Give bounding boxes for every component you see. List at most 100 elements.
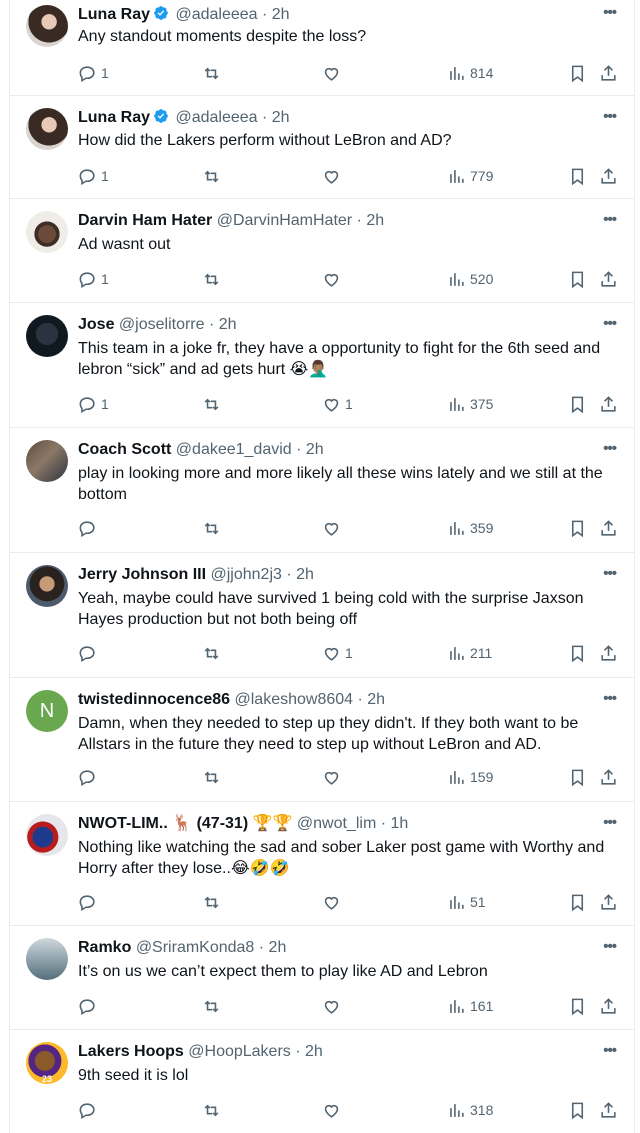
timestamp[interactable]: 1h xyxy=(390,815,408,832)
share-button[interactable] xyxy=(599,890,618,914)
more-icon[interactable]: ••• xyxy=(603,315,617,332)
handle[interactable]: @HoopLakers xyxy=(188,1043,291,1060)
avatar[interactable] xyxy=(26,938,68,980)
reply-button[interactable]: 1 xyxy=(78,392,109,416)
handle[interactable]: @SriramKonda8 xyxy=(136,939,255,956)
views-button[interactable]: 51 xyxy=(447,890,486,914)
handle[interactable]: @adaleeea xyxy=(175,109,257,126)
tweet[interactable]: Luna Ray @adaleeea · 2h ••• How did the … xyxy=(10,96,634,199)
tweet[interactable]: Luna Ray @adaleeea · 2h ••• Any standout… xyxy=(10,0,634,96)
display-name[interactable]: Luna Ray xyxy=(78,6,150,23)
avatar[interactable] xyxy=(26,315,68,357)
bookmark-button[interactable] xyxy=(568,1098,587,1122)
views-button[interactable]: 318 xyxy=(447,1098,493,1122)
share-button[interactable] xyxy=(599,267,618,291)
handle[interactable]: @DarvinHamHater xyxy=(217,212,352,229)
like-button[interactable] xyxy=(322,164,345,188)
display-name[interactable]: Coach Scott xyxy=(78,441,171,458)
timestamp[interactable]: 2h xyxy=(272,6,290,23)
more-icon[interactable]: ••• xyxy=(603,211,617,228)
retweet-button[interactable] xyxy=(202,267,221,291)
retweet-button[interactable] xyxy=(202,765,221,789)
more-icon[interactable]: ••• xyxy=(603,565,617,582)
retweet-button[interactable] xyxy=(202,164,221,188)
display-name[interactable]: Darvin Ham Hater xyxy=(78,212,212,229)
avatar[interactable]: N xyxy=(26,690,68,732)
share-button[interactable] xyxy=(599,392,618,416)
display-name[interactable]: Lakers Hoops xyxy=(78,1043,184,1060)
bookmark-button[interactable] xyxy=(568,392,587,416)
display-name[interactable]: twistedinnocence86 xyxy=(78,691,230,708)
views-button[interactable]: 779 xyxy=(447,164,493,188)
tweet[interactable]: Coach Scott @dakee1_david · 2h ••• play … xyxy=(10,428,634,553)
reply-button[interactable]: 1 xyxy=(78,164,109,188)
more-icon[interactable]: ••• xyxy=(603,690,617,707)
reply-button[interactable] xyxy=(78,516,101,540)
share-button[interactable] xyxy=(599,61,618,85)
views-button[interactable]: 359 xyxy=(447,516,493,540)
retweet-button[interactable] xyxy=(202,1098,221,1122)
reply-button[interactable] xyxy=(78,1098,101,1122)
timestamp[interactable]: 2h xyxy=(272,109,290,126)
share-button[interactable] xyxy=(599,164,618,188)
share-button[interactable] xyxy=(599,641,618,665)
like-button[interactable] xyxy=(322,765,345,789)
share-button[interactable] xyxy=(599,994,618,1018)
display-name[interactable]: NWOT-LIM.. 🦌 (47-31) 🏆🏆 xyxy=(78,815,292,832)
reply-button[interactable] xyxy=(78,641,101,665)
like-button[interactable] xyxy=(322,890,345,914)
avatar[interactable] xyxy=(26,440,68,482)
timestamp[interactable]: 2h xyxy=(306,441,324,458)
share-button[interactable] xyxy=(599,516,618,540)
tweet[interactable]: NWOT-LIM.. 🦌 (47-31) 🏆🏆 @nwot_lim · 1h •… xyxy=(10,802,634,926)
reply-button[interactable]: 1 xyxy=(78,61,109,85)
bookmark-button[interactable] xyxy=(568,516,587,540)
tweet[interactable]: Jerry Johnson III @jjohn2j3 · 2h ••• Yea… xyxy=(10,553,634,678)
retweet-button[interactable] xyxy=(202,516,221,540)
like-button[interactable] xyxy=(322,267,345,291)
reply-button[interactable]: 1 xyxy=(78,267,109,291)
timestamp[interactable]: 2h xyxy=(269,939,287,956)
bookmark-button[interactable] xyxy=(568,267,587,291)
handle[interactable]: @jjohn2j3 xyxy=(211,566,282,583)
avatar[interactable] xyxy=(26,5,68,47)
avatar[interactable] xyxy=(26,814,68,856)
bookmark-button[interactable] xyxy=(568,765,587,789)
retweet-button[interactable] xyxy=(202,641,221,665)
timestamp[interactable]: 2h xyxy=(366,212,384,229)
share-button[interactable] xyxy=(599,765,618,789)
bookmark-button[interactable] xyxy=(568,61,587,85)
retweet-button[interactable] xyxy=(202,994,221,1018)
more-icon[interactable]: ••• xyxy=(603,4,617,21)
tweet[interactable]: Ramko @SriramKonda8 · 2h ••• It’s on us … xyxy=(10,926,634,1030)
like-button[interactable]: 1 xyxy=(322,641,353,665)
like-button[interactable] xyxy=(322,61,345,85)
views-button[interactable]: 375 xyxy=(447,392,493,416)
retweet-button[interactable] xyxy=(202,890,221,914)
views-button[interactable]: 159 xyxy=(447,765,493,789)
more-icon[interactable]: ••• xyxy=(603,1042,617,1059)
avatar[interactable] xyxy=(26,565,68,607)
reply-button[interactable] xyxy=(78,994,101,1018)
tweet[interactable]: Darvin Ham Hater @DarvinHamHater · 2h ••… xyxy=(10,199,634,303)
handle[interactable]: @joselitorre xyxy=(119,316,205,333)
bookmark-button[interactable] xyxy=(568,164,587,188)
more-icon[interactable]: ••• xyxy=(603,108,617,125)
retweet-button[interactable] xyxy=(202,392,221,416)
views-button[interactable]: 520 xyxy=(447,267,493,291)
bookmark-button[interactable] xyxy=(568,890,587,914)
views-button[interactable]: 211 xyxy=(447,641,492,665)
share-button[interactable] xyxy=(599,1098,618,1122)
display-name[interactable]: Ramko xyxy=(78,939,131,956)
like-button[interactable] xyxy=(322,1098,345,1122)
tweet[interactable]: N twistedinnocence86 @lakeshow8604 · 2h … xyxy=(10,678,634,802)
views-button[interactable]: 161 xyxy=(447,994,493,1018)
handle[interactable]: @dakee1_david xyxy=(176,441,292,458)
avatar[interactable] xyxy=(26,211,68,253)
timestamp[interactable]: 2h xyxy=(305,1043,323,1060)
display-name[interactable]: Jose xyxy=(78,316,114,333)
timestamp[interactable]: 2h xyxy=(219,316,237,333)
like-button[interactable]: 1 xyxy=(322,392,353,416)
avatar[interactable] xyxy=(26,108,68,150)
bookmark-button[interactable] xyxy=(568,994,587,1018)
